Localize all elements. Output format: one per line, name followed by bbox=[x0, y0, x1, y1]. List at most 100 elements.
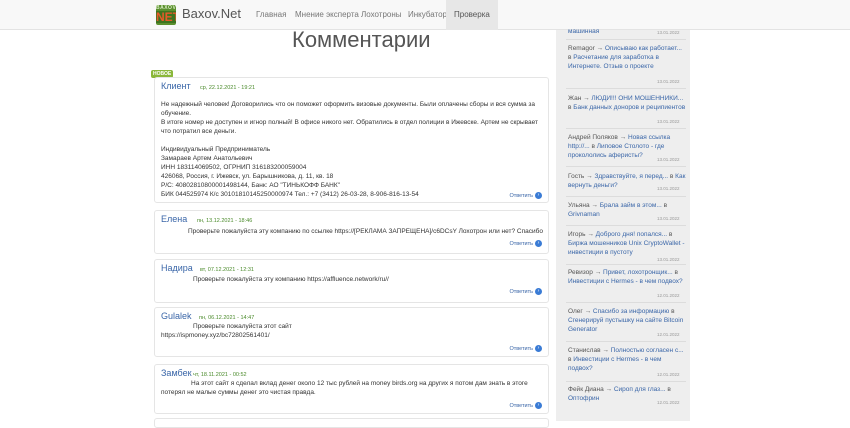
arrow-glyph: → bbox=[619, 134, 627, 141]
sidebar-item-date: 13.01.2022 bbox=[657, 30, 680, 35]
in-text: в bbox=[667, 231, 673, 238]
logo-bottom-text: NET bbox=[156, 11, 176, 23]
reply-label: Ответить bbox=[509, 345, 533, 352]
sidebar-item-author: Андрей Поляков bbox=[568, 134, 618, 141]
arrow-glyph: → bbox=[587, 231, 594, 238]
sidebar-item-link[interactable]: Полностью согласен с... bbox=[611, 347, 684, 354]
arrow-right-circle-icon: › bbox=[535, 192, 542, 199]
reply-button[interactable]: Ответить › bbox=[509, 345, 542, 352]
arrow-right-circle-icon: › bbox=[535, 345, 542, 352]
sidebar-item-topic[interactable]: Инвестиции с Hermes - в чем подвох? bbox=[568, 356, 662, 372]
divider bbox=[566, 302, 686, 303]
divider bbox=[566, 264, 686, 265]
comment-author[interactable]: Клиент bbox=[161, 81, 191, 91]
sidebar-item-topic[interactable]: Биржа мошенников Unix CryptoWallet - инв… bbox=[568, 240, 685, 256]
sidebar-item-author: Олег bbox=[568, 308, 583, 315]
sidebar-item-topic[interactable]: Банк данных доноров и реципиентов bbox=[573, 104, 685, 111]
sidebar-item-date: 13.01.2022 bbox=[657, 157, 680, 162]
arrow-glyph: → bbox=[586, 173, 593, 180]
sidebar-item-date: 13.01.2022 bbox=[657, 119, 680, 124]
in-text: в bbox=[672, 269, 678, 276]
comment-date: чт, 18.11.2021 - 00:52 bbox=[193, 372, 247, 378]
arrow-glyph: → bbox=[605, 386, 613, 393]
comment-date: пн, 13.12.2021 - 18:46 bbox=[197, 218, 253, 224]
top-navbar: BAXOV NET Baxov.Net Главная Мнение экспе… bbox=[0, 0, 850, 30]
divider bbox=[566, 166, 686, 167]
comment-author[interactable]: Замбек bbox=[161, 368, 192, 378]
nav-item-check[interactable]: Проверка bbox=[446, 0, 498, 30]
reply-label: Ответить bbox=[509, 402, 533, 409]
comment-card: Клиент ср, 22.12.2021 - 19:21 Не надежны… bbox=[154, 77, 549, 203]
sidebar-item-topic[interactable]: Сгенерируй пустышку на сайте Bitcoin Gen… bbox=[568, 317, 683, 333]
sidebar-item: Олег → Спасибо за информацию в Сгенериру… bbox=[568, 307, 686, 334]
arrow-glyph: → bbox=[602, 347, 609, 354]
site-logo[interactable]: BAXOV NET bbox=[156, 5, 176, 25]
sidebar-item: Ревизор → Привет, лохотронщик... в Инвес… bbox=[568, 268, 686, 286]
sidebar-item-author: Remagor bbox=[568, 45, 595, 52]
sidebar-item-date: 12.01.2022 bbox=[657, 372, 680, 377]
sidebar-item-link[interactable]: ЛЮДИ!!! ОНИ МОШЕННИКИ... bbox=[591, 95, 683, 102]
reply-button[interactable]: Ответить › bbox=[509, 402, 542, 409]
comment-date: вт, 07.12.2021 - 12:31 bbox=[200, 267, 254, 273]
arrow-glyph: → bbox=[584, 308, 592, 315]
divider bbox=[566, 381, 686, 382]
comment-card: Замбек чт, 18.11.2021 - 00:52 На этот са… bbox=[154, 364, 549, 414]
sidebar-item: Андрей Поляков → Новая ссылка http://...… bbox=[568, 133, 686, 160]
arrow-glyph: → bbox=[591, 202, 598, 209]
comment-date: пн, 06.12.2021 - 14:47 bbox=[199, 315, 255, 321]
sidebar-item-author: Фейк Диана bbox=[568, 386, 604, 393]
divider bbox=[566, 225, 686, 226]
sidebar-item-link[interactable]: Доброго дня! попался... bbox=[596, 231, 667, 238]
reply-label: Ответить bbox=[509, 288, 533, 295]
sidebar-item: Игорь → Доброго дня! попался... в Биржа … bbox=[568, 230, 686, 257]
comment-body: Проверьте пожалуйста этот сайт https://i… bbox=[161, 323, 292, 339]
sidebar-item-author: Гость bbox=[568, 173, 585, 180]
reply-button[interactable]: Ответить › bbox=[509, 192, 542, 199]
arrow-glyph: → bbox=[594, 269, 602, 276]
sidebar-item-link[interactable]: Описываю как работает... bbox=[605, 45, 682, 52]
sidebar-item-date: 13.01.2022 bbox=[657, 186, 680, 191]
sidebar-item-date: 13.01.2022 bbox=[657, 79, 680, 84]
page-title: Комментарии bbox=[292, 27, 431, 52]
sidebar-item-link[interactable]: Здравствуйте, я перед... bbox=[594, 173, 668, 180]
in-text: в bbox=[665, 386, 671, 393]
comment-body: Не надежный человек! Договорились что он… bbox=[161, 101, 539, 198]
comment-body: Проверьте пожалуйста эту компанию https:… bbox=[193, 276, 389, 283]
comment-author[interactable]: Gulalek bbox=[161, 311, 192, 321]
comment-card: Надира вт, 07.12.2021 - 12:31 Проверьте … bbox=[154, 259, 549, 303]
in-text: в bbox=[669, 308, 675, 315]
sidebar-item-date: 13.01.2022 bbox=[657, 257, 680, 262]
divider bbox=[566, 39, 686, 40]
sidebar-item-topic[interactable]: Grivnaman bbox=[568, 211, 600, 218]
sidebar-item-topic[interactable]: Расчетание для заработка в Интернете. От… bbox=[568, 54, 659, 70]
sidebar-item-link[interactable]: Брала займ в этом... bbox=[600, 202, 662, 209]
comment-card-partial bbox=[154, 418, 549, 428]
sidebar-item-author: Игорь bbox=[568, 231, 586, 238]
arrow-glyph: → bbox=[596, 45, 604, 52]
sidebar-item-topic[interactable]: Инвестиции с Hermes - в чем подвох? bbox=[568, 278, 683, 285]
sidebar-item-link[interactable]: машинная bbox=[568, 28, 599, 35]
comment-author[interactable]: Надира bbox=[161, 263, 193, 273]
reply-button[interactable]: Ответить › bbox=[509, 288, 542, 295]
sidebar-item-topic[interactable]: Оптофрин bbox=[568, 395, 599, 402]
sidebar-item-link[interactable]: Спасибо за информацию bbox=[593, 308, 669, 315]
sidebar-item-date: 12.01.2022 bbox=[657, 293, 680, 298]
sidebar-item-link[interactable]: Сироп для глаз... bbox=[614, 386, 666, 393]
comment-text: Не надежный человек! Договорились что он… bbox=[161, 91, 543, 199]
arrow-right-circle-icon: › bbox=[535, 402, 542, 409]
in-text: в bbox=[661, 202, 668, 209]
sidebar-item-date: 13.01.2022 bbox=[657, 216, 680, 221]
divider bbox=[566, 128, 686, 129]
sidebar-item-link[interactable]: Привет, лохотронщик... bbox=[603, 269, 673, 276]
divider bbox=[566, 341, 686, 342]
reply-label: Ответить bbox=[509, 192, 533, 199]
comment-author[interactable]: Елена bbox=[161, 214, 187, 224]
sidebar-item: Remagor → Описываю как работает... в Рас… bbox=[568, 44, 686, 71]
sidebar-item-author: Ревизор bbox=[568, 269, 593, 276]
brand-name[interactable]: Baxov.Net bbox=[182, 6, 241, 21]
reply-button[interactable]: Ответить › bbox=[509, 240, 542, 247]
sidebar-item: Жан → ЛЮДИ!!! ОНИ МОШЕННИКИ... в Банк да… bbox=[568, 94, 686, 112]
sidebar-item-date: 12.01.2022 bbox=[657, 332, 680, 337]
divider bbox=[566, 196, 686, 197]
sidebar-item-author: Станислав bbox=[568, 347, 601, 354]
